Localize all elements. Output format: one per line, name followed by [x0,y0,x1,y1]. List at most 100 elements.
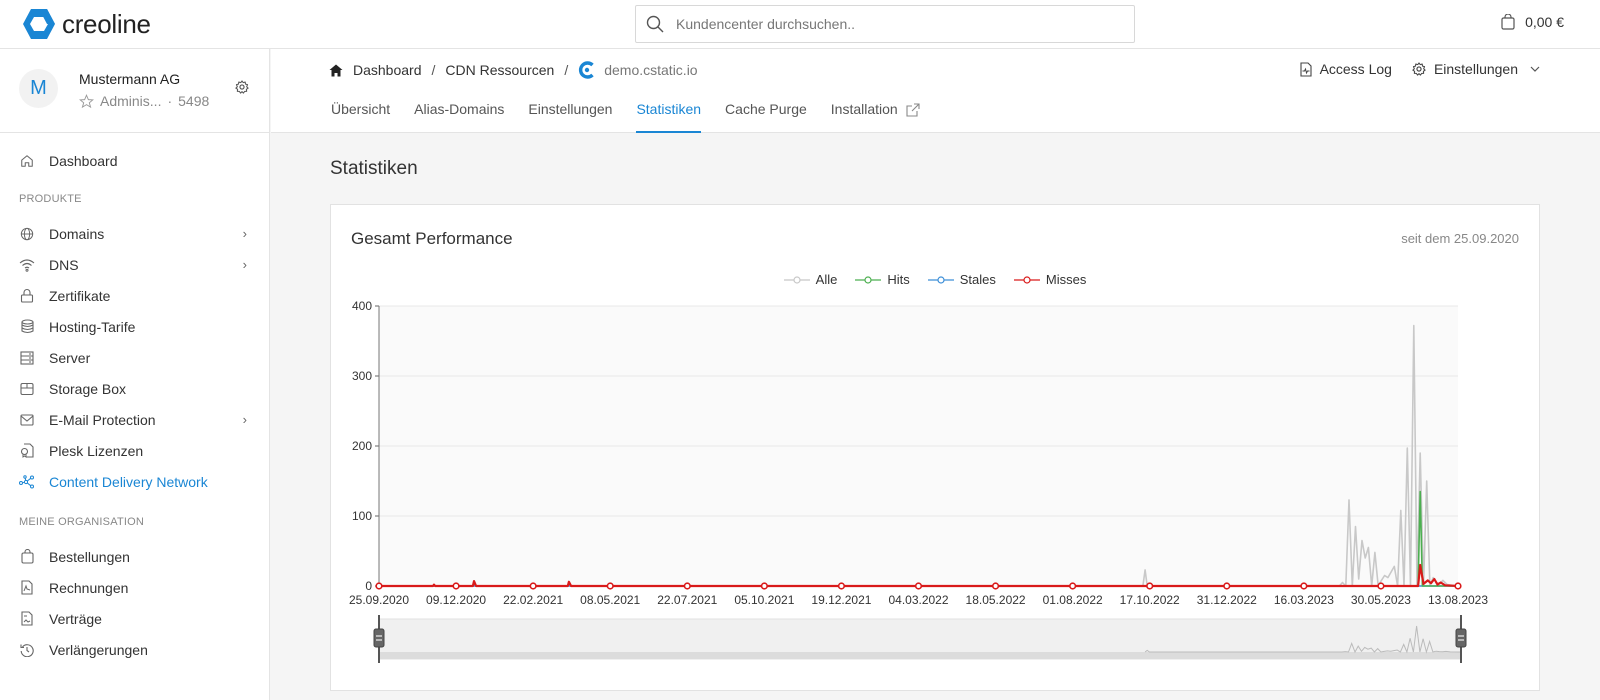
cart-button[interactable]: 0,00 € [1501,14,1564,30]
sidebar-item-plesk-lizenzen[interactable]: Plesk Lizenzen [0,435,269,466]
creoline-logo-icon [23,9,55,39]
sidebar-item-email-protection[interactable]: E-Mail Protection › [0,404,269,435]
legend-marker-hits [855,275,882,284]
breadcrumb-separator: / [431,62,436,78]
card-since-date: seit dem 25.09.2020 [1401,231,1519,246]
search-input[interactable] [676,16,1116,32]
settings-dropdown[interactable]: Einstellungen [1412,61,1540,77]
network-icon [19,474,35,490]
breadcrumb-current-label: demo.cstatic.io [604,62,698,78]
legend-item-misses[interactable]: Misses [1013,272,1086,287]
breadcrumb-cdn-ressourcen[interactable]: CDN Ressourcen [445,62,554,78]
globe-icon [19,226,35,242]
shopping-bag-icon [1501,14,1515,30]
sidebar-item-label: Domains [49,225,105,242]
sidebar-item-dashboard[interactable]: Dashboard [0,145,269,176]
tab-einstellungen[interactable]: Einstellungen [528,92,612,133]
logo[interactable]: creoline [22,8,151,40]
tab-cache-purge[interactable]: Cache Purge [725,92,807,133]
cstatic-logo-icon [579,61,594,79]
page-title: Statistiken [330,158,418,179]
chevron-down-icon [1530,66,1540,72]
account-separator: · [167,93,173,109]
plot-background [379,306,1458,586]
navigator-baseline [379,652,1461,659]
navigator-series [1144,625,1462,654]
top-bar: creoline 0,00 € [0,0,1600,49]
search-box[interactable] [635,5,1135,43]
legend-item-hits[interactable]: Hits [855,272,910,287]
data-point-misses [837,582,846,590]
log-file-icon [1300,61,1312,77]
y-tick-label: 200 [352,439,372,453]
tab-installation[interactable]: Installation [831,92,920,133]
breadcrumb-current: demo.cstatic.io [578,61,698,79]
database-icon [19,319,35,335]
navigator-handle-right[interactable] [1455,628,1467,648]
sidebar-item-label: Hosting-Tarife [49,318,136,335]
card-title: Gesamt Performance [351,229,513,248]
avatar[interactable]: M [19,69,58,108]
sub-header: Dashboard / CDN Ressourcen / demo.cstati… [271,49,1600,133]
tab-bar: Übersicht Alias-Domains Einstellungen St… [331,92,944,133]
sidebar-item-bestellungen[interactable]: Bestellungen [0,541,269,572]
sidebar-item-dns[interactable]: DNS › [0,249,269,280]
data-point-misses [760,582,768,590]
legend-item-stales[interactable]: Stales [927,272,996,287]
sidebar-item-label: Bestellungen [49,548,130,565]
star-icon[interactable] [79,93,94,109]
data-point-misses [529,582,537,590]
contract-icon [19,611,35,627]
server-icon [19,350,35,366]
sidebar-item-label: Verträge [49,610,102,627]
sidebar-item-vertraege[interactable]: Verträge [0,603,269,634]
x-tick-label: 09.12.2020 [426,593,486,607]
legend-label: Stales [959,272,996,287]
legend-label: Hits [887,272,910,287]
sidebar-item-verlaengerungen[interactable]: Verlängerungen [0,634,269,665]
section-label-products: PRODUKTE [19,193,82,205]
breadcrumb-dashboard[interactable]: Dashboard [353,62,422,78]
y-tick-label: 300 [352,369,372,383]
tab-statistiken[interactable]: Statistiken [636,92,701,133]
x-tick-label: 30.05.2023 [1351,593,1411,607]
sidebar-item-content-delivery-network[interactable]: Content Delivery Network [0,466,269,497]
account-panel: M Mustermann AG Adminis... · 5498 [0,49,269,133]
sidebar-item-rechnungen[interactable]: Rechnungen [0,572,269,603]
sidebar-item-server[interactable]: Server [0,342,269,373]
x-tick-label: 25.09.2020 [349,593,409,607]
sidebar-item-hosting-tarife[interactable]: Hosting-Tarife [0,311,269,342]
sidebar-item-label: Plesk Lizenzen [49,442,144,459]
search-icon [646,15,664,33]
tab-alias-domains[interactable]: Alias-Domains [414,92,504,133]
sidebar-item-storage-box[interactable]: Storage Box [0,373,269,404]
sidebar-item-label: Server [49,349,91,366]
x-tick-label: 22.07.2021 [657,593,717,607]
access-log-label: Access Log [1319,61,1392,77]
sidebar-item-label: DNS [49,256,79,273]
chevron-right-icon: › [242,412,247,427]
sidebar-item-label: E-Mail Protection [49,411,156,428]
chevron-right-icon: › [242,226,247,241]
gear-icon[interactable] [235,80,249,94]
tab-uebersicht[interactable]: Übersicht [331,92,390,133]
data-point-misses [1223,582,1231,590]
account-number: 5498 [178,93,210,109]
x-tick-label: 31.12.2022 [1197,593,1257,607]
series-line-hits [1417,490,1458,587]
data-point-misses [1454,582,1462,590]
x-tick-label: 19.12.2021 [811,593,871,607]
navigator-handle-left[interactable] [373,628,385,648]
gear-icon [1412,62,1426,76]
sidebar-item-domains[interactable]: Domains › [0,218,269,249]
home-icon [19,153,35,169]
legend-item-alle[interactable]: Alle [783,272,837,287]
sidebar-item-zertifikate[interactable]: Zertifikate [0,280,269,311]
home-icon[interactable] [329,64,343,77]
y-tick-label: 100 [352,509,372,523]
x-tick-label: 18.05.2022 [966,593,1026,607]
series-line-misses [379,563,1459,588]
section-label-organisation: MEINE ORGANISATION [19,516,145,528]
access-log-button[interactable]: Access Log [1300,61,1392,77]
x-tick-label: 22.02.2021 [503,593,563,607]
